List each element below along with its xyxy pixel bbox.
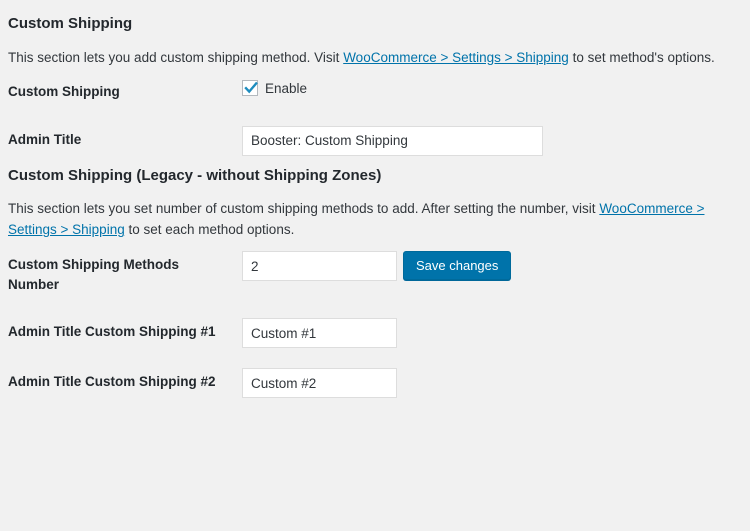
table-row: Admin Title Custom Shipping #2 xyxy=(0,358,750,408)
settings-table-custom-shipping: Custom Shipping Enable Admin Title xyxy=(0,68,750,166)
description-text-before: This section lets you set number of cust… xyxy=(8,201,600,217)
row-field-admin-title xyxy=(242,116,750,166)
admin-title-custom-1-input[interactable] xyxy=(242,318,397,349)
section-heading-custom-shipping-legacy: Custom Shipping (Legacy - without Shippi… xyxy=(8,166,382,184)
table-row: Custom Shipping Methods Number Save chan… xyxy=(0,241,750,308)
row-field-methods-number: Save changes xyxy=(242,241,750,308)
row-label-methods-number: Custom Shipping Methods Number xyxy=(8,257,179,292)
table-row: Custom Shipping Enable xyxy=(0,68,750,116)
section-description-custom-shipping-legacy: This section lets you set number of cust… xyxy=(0,185,745,241)
table-row: Admin Title xyxy=(0,116,750,166)
row-field-admin-title-custom-1 xyxy=(242,308,750,358)
table-row: Admin Title Custom Shipping #1 xyxy=(0,308,750,358)
enable-checkbox-wrapper[interactable]: Enable xyxy=(242,78,740,97)
settings-table-custom-shipping-legacy: Custom Shipping Methods Number Save chan… xyxy=(0,241,750,408)
row-label-admin-title-custom-2: Admin Title Custom Shipping #2 xyxy=(8,374,216,390)
admin-title-input[interactable] xyxy=(242,125,543,156)
section-description-custom-shipping: This section lets you add custom shippin… xyxy=(0,34,745,69)
methods-number-input[interactable] xyxy=(242,251,397,282)
checkmark-icon xyxy=(244,82,258,94)
row-label-admin-title-custom-1: Admin Title Custom Shipping #1 xyxy=(8,324,216,340)
enable-checkbox-label: Enable xyxy=(265,80,308,96)
settings-page: Custom Shipping This section lets you ad… xyxy=(0,0,750,408)
enable-checkbox[interactable] xyxy=(242,80,258,97)
row-label-admin-title: Admin Title xyxy=(8,131,82,147)
description-text-after: to set method's options. xyxy=(568,49,715,65)
section-heading-custom-shipping: Custom Shipping xyxy=(8,15,133,32)
row-field-custom-shipping: Enable xyxy=(242,68,750,116)
methods-number-field-row: Save changes xyxy=(242,251,740,282)
admin-title-custom-2-input[interactable] xyxy=(242,368,397,399)
save-changes-button[interactable]: Save changes xyxy=(403,251,512,281)
description-text-before: This section lets you add custom shippin… xyxy=(8,49,344,65)
woocommerce-settings-shipping-link[interactable]: WooCommerce > Settings > Shipping xyxy=(343,50,569,65)
description-text-after: to set each method options. xyxy=(124,222,295,238)
row-field-admin-title-custom-2 xyxy=(242,358,750,408)
row-label-custom-shipping: Custom Shipping xyxy=(8,84,120,100)
